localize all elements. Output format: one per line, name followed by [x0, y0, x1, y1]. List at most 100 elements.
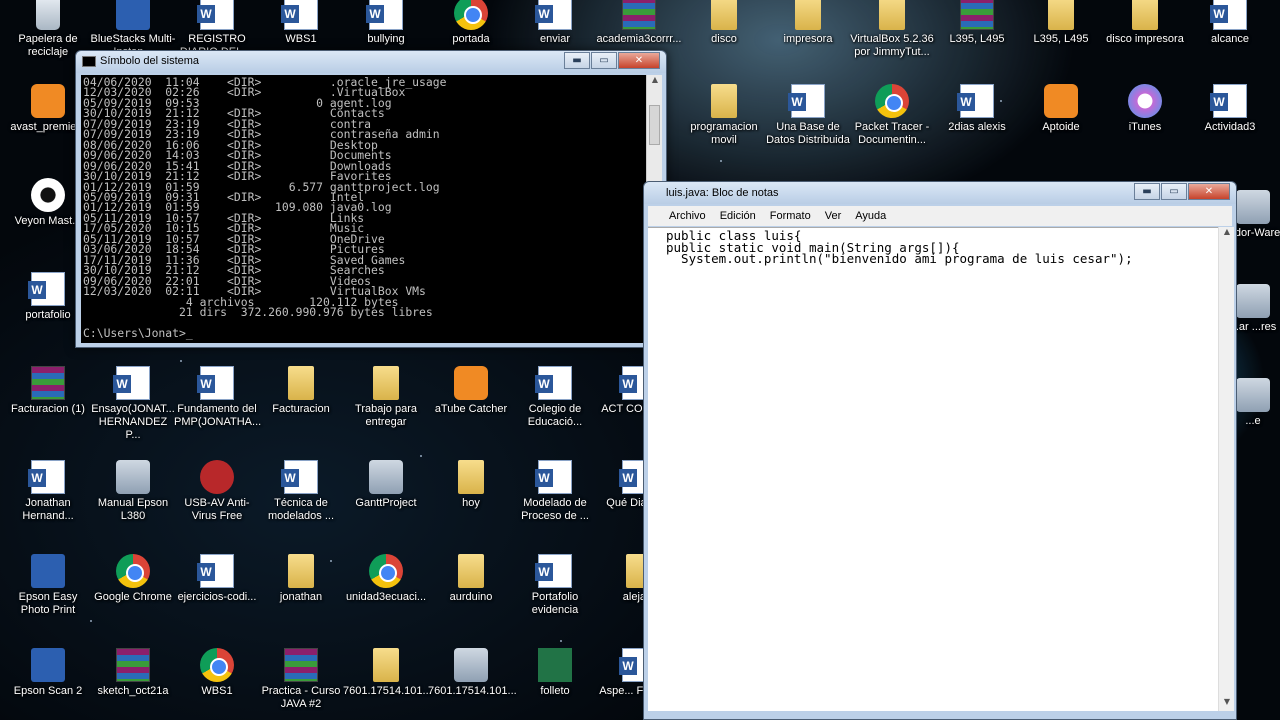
desktop-icon-label: Aptoide — [1042, 121, 1080, 133]
desktop-icon[interactable]: impresora — [765, 0, 851, 84]
desktop-icon[interactable]: WBS1 — [174, 648, 260, 720]
chrome-icon — [875, 84, 909, 118]
notepad-minimize-button[interactable]: ▬ — [1134, 183, 1160, 200]
word-doc-icon — [1210, 84, 1247, 118]
desktop-icon[interactable]: alcance — [1187, 0, 1273, 84]
notepad-scrollbar[interactable]: ▲ ▼ — [1218, 227, 1234, 711]
bluestacks-icon — [116, 0, 150, 30]
epson-scan-icon — [31, 648, 65, 682]
desktop-icon[interactable]: Actividad3 — [1187, 84, 1273, 172]
folder-icon — [288, 554, 314, 588]
winrar-icon — [284, 648, 318, 682]
menu-ver[interactable]: Ver — [818, 206, 849, 226]
desktop-icon[interactable]: USB-AV Anti-Virus Free — [174, 460, 260, 548]
desktop-icon-label: alcance — [1211, 33, 1249, 45]
menu-edicion[interactable]: Edición — [713, 206, 763, 226]
desktop-icon[interactable]: hoy — [428, 460, 514, 548]
desktop-icon-label: Fundamento del PMP(JONATHA... — [174, 403, 262, 428]
desktop-icon[interactable]: unidad3ecuaci... — [343, 554, 429, 642]
desktop-icon[interactable]: Facturacion — [258, 366, 344, 454]
desktop-icon[interactable]: aTube Catcher — [428, 366, 514, 454]
notepad-titlebar[interactable]: luis.java: Bloc de notas ▬ ▭ ✕ — [644, 182, 1236, 204]
desktop-icon[interactable]: Manual Epson L380 — [90, 460, 176, 548]
folder-icon — [1048, 0, 1074, 30]
word-doc-icon — [535, 366, 572, 400]
desktop-icon[interactable]: Portafolio evidencia — [512, 554, 598, 642]
scroll-up-arrow-icon[interactable]: ▲ — [647, 75, 663, 89]
desktop-icon[interactable]: VirtualBox 5.2.36 por JimmyTut... — [849, 0, 935, 84]
menu-ayuda[interactable]: Ayuda — [848, 206, 893, 226]
notepad-scroll-down-arrow-icon[interactable]: ▼ — [1219, 697, 1235, 711]
desktop-icon[interactable]: Epson Scan 2 — [5, 648, 91, 720]
notepad-window[interactable]: luis.java: Bloc de notas ▬ ▭ ✕ Archivo E… — [643, 181, 1237, 720]
menu-archivo[interactable]: Archivo — [662, 206, 713, 226]
desktop-icon-label: WBS1 — [201, 685, 233, 697]
desktop-icon-label: Colegio de Educació... — [527, 403, 583, 428]
ganttproject-icon — [369, 460, 403, 494]
menu-formato[interactable]: Formato — [763, 206, 818, 226]
word-doc-icon — [788, 84, 825, 118]
minimize-button[interactable]: ▬ — [564, 52, 590, 69]
desktop-icon[interactable]: iTunes — [1102, 84, 1188, 172]
desktop-icon-label: USB-AV Anti-Virus Free — [184, 497, 250, 522]
desktop-icon[interactable]: Fundamento del PMP(JONATHA... — [174, 366, 262, 454]
word-doc-icon — [1210, 0, 1247, 30]
desktop-icon-label: L395, L495 — [1033, 33, 1089, 45]
avast-icon — [31, 84, 65, 118]
desktop-icon-label: Actividad3 — [1204, 121, 1256, 133]
desktop-icon[interactable]: GanttProject — [343, 460, 429, 548]
maximize-button[interactable]: ▭ — [591, 52, 617, 69]
cmd-scroll-thumb[interactable] — [649, 105, 660, 145]
desktop-icon-label: enviar — [540, 33, 570, 45]
notepad-text-editor[interactable]: public class luis{public static void mai… — [648, 227, 1218, 711]
desktop-icon[interactable]: L395, L495 — [1018, 0, 1104, 84]
notepad-scroll-up-arrow-icon[interactable]: ▲ — [1219, 227, 1235, 241]
desktop-icon[interactable]: Colegio de Educació... — [512, 366, 598, 454]
desktop-icon-label: GanttProject — [355, 497, 417, 509]
desktop-icon[interactable]: Una Base de Datos Distribuida — [765, 84, 851, 172]
desktop-icon[interactable]: Técnica de modelados ... — [258, 460, 344, 548]
desktop-icon-label: Epson Scan 2 — [13, 685, 83, 697]
desktop-icon[interactable]: 7601.17514.101... — [428, 648, 517, 720]
desktop-icon[interactable]: Ensayo(JONAT... HERNANDEZ P... — [90, 366, 176, 454]
folder-icon — [458, 554, 484, 588]
desktop-icon[interactable]: Facturacion (1) — [5, 366, 91, 454]
notepad-menubar: Archivo Edición Formato Ver Ayuda — [648, 206, 1232, 226]
desktop-icon[interactable]: Epson Easy Photo Print — [5, 554, 91, 642]
desktop-icon[interactable]: Packet Tracer - Documentin... — [849, 84, 935, 172]
desktop-icon[interactable]: Practica - Curso JAVA #2 — [258, 648, 344, 720]
desktop-icon[interactable]: ejercicios-codi... — [174, 554, 260, 642]
notepad-close-button[interactable]: ✕ — [1188, 183, 1230, 200]
desktop-icon[interactable]: Trabajo para entregar — [343, 366, 429, 454]
desktop-icon-label: aTube Catcher — [434, 403, 508, 415]
desktop-icon-label: VirtualBox 5.2.36 por JimmyTut... — [850, 33, 934, 58]
cmd-titlebar[interactable]: Símbolo del sistema ▬ ▭ ✕ — [76, 51, 666, 73]
itunes-icon — [1128, 84, 1162, 118]
desktop-icon[interactable]: disco impresora — [1102, 0, 1188, 84]
command-prompt-window[interactable]: Símbolo del sistema ▬ ▭ ✕ 04/06/2020 11:… — [75, 50, 667, 348]
desktop-icon-label: impresora — [783, 33, 833, 45]
desktop-icon[interactable]: sketch_oct21a — [90, 648, 176, 720]
desktop-icon[interactable]: 7601.17514.101... — [343, 648, 432, 720]
chrome-icon — [116, 554, 150, 588]
desktop-icon[interactable]: Google Chrome — [90, 554, 176, 642]
folder-icon — [795, 0, 821, 30]
desktop-icon[interactable]: Modelado de Proceso de ... — [512, 460, 598, 548]
cmd-console-output[interactable]: 04/06/2020 11:04 <DIR> .oracle_jre_usage… — [81, 75, 646, 343]
desktop-icon[interactable]: aurduino — [428, 554, 514, 642]
desktop-icon[interactable]: L395, L495 — [934, 0, 1020, 84]
code-line: System.out.println("bienvenido ami progr… — [666, 251, 1133, 267]
desktop-icon[interactable]: Aptoide — [1018, 84, 1104, 172]
desktop-icon[interactable]: programacion movil — [681, 84, 767, 172]
word-doc-icon — [366, 0, 403, 30]
folder-icon — [373, 366, 399, 400]
desktop-icon-label: 7601.17514.101... — [428, 685, 517, 697]
desktop-icon[interactable]: disco — [681, 0, 767, 84]
desktop-icon[interactable]: folleto — [512, 648, 598, 720]
desktop-icon-label: academia3corrr... — [596, 33, 682, 45]
desktop-icon[interactable]: Jonathan Hernand... — [5, 460, 91, 548]
desktop-icon[interactable]: 2dias alexis — [934, 84, 1020, 172]
notepad-maximize-button[interactable]: ▭ — [1161, 183, 1187, 200]
close-button[interactable]: ✕ — [618, 52, 660, 69]
desktop-icon[interactable]: jonathan — [258, 554, 344, 642]
